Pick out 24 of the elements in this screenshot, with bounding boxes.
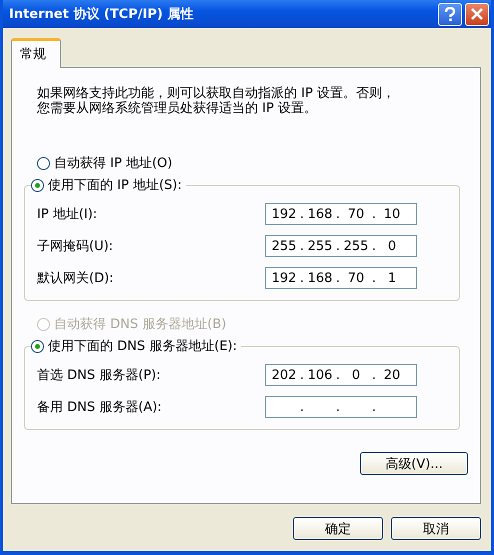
close-button[interactable]	[465, 2, 489, 26]
tab[interactable]: 常规	[11, 38, 61, 68]
radio-option[interactable]: 自动获得 IP 地址(O)	[37, 154, 460, 172]
radio-option[interactable]: 使用下面的 DNS 服务器地址(E):	[31, 337, 237, 355]
field-label: 首选 DNS 服务器(P):	[37, 367, 161, 384]
help-icon	[444, 6, 456, 22]
field-label: 默认网关(D):	[37, 270, 114, 287]
field-label: 子网掩码(U):	[37, 238, 114, 255]
description-text: 如果网络支持此功能，则可以获取自动指派的 IP 设置。否则，	[37, 86, 396, 101]
window-title: Internet 协议 (TCP/IP) 属性	[9, 6, 194, 23]
description-text: 您需要从网络系统管理员处获得适当的 IP 设置。	[37, 101, 318, 116]
radio-option[interactable]: 使用下面的 IP 地址(S):	[31, 176, 182, 194]
ok-button[interactable]: 确定	[293, 517, 383, 540]
ip-address-field[interactable]: 192 . 168 . 70 . 10	[265, 203, 417, 225]
field-label: 备用 DNS 服务器(A):	[37, 399, 162, 416]
ip-address-field[interactable]: 202 . 106 . 0 . 20	[265, 364, 417, 386]
ip-address-field[interactable]: 192 . 168 . 70 . 1	[265, 267, 417, 289]
close-icon	[471, 8, 483, 20]
help-button[interactable]	[438, 2, 462, 26]
ip-address-field[interactable]: . . .	[265, 396, 417, 418]
field-label: IP 地址(I):	[37, 206, 98, 223]
cancel-button[interactable]: 取消	[391, 517, 481, 540]
ip-address-field[interactable]: 255 . 255 . 255 . 0	[265, 235, 417, 257]
advanced-button[interactable]: 高级(V)...	[360, 452, 468, 475]
